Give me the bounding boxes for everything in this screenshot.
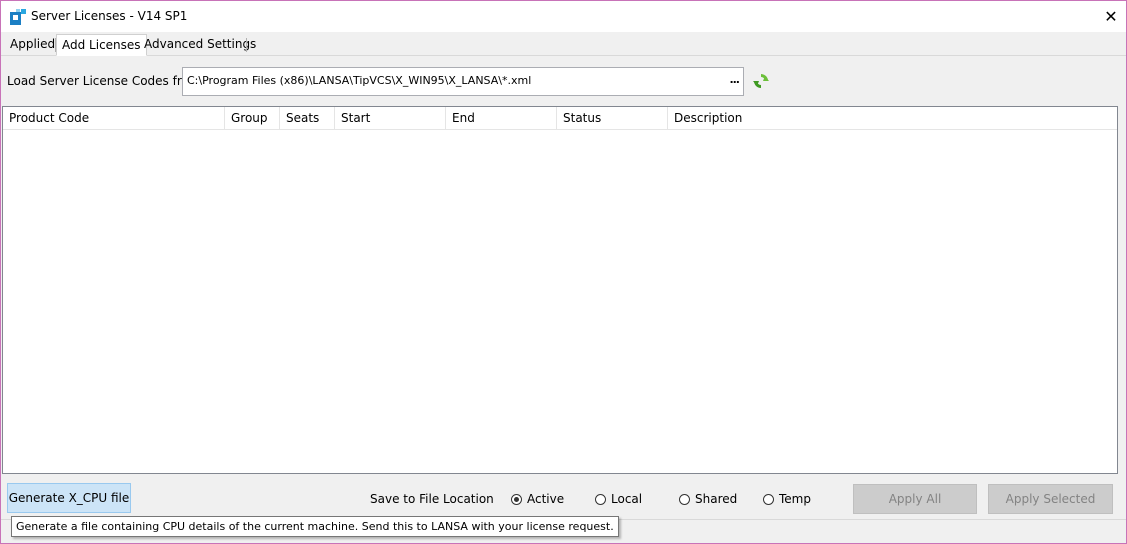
column-header-description[interactable]: Description (668, 107, 1117, 129)
license-path-value: C:\Program Files (x86)\LANSA\TipVCS\X_WI… (187, 74, 532, 87)
radio-button-checked (511, 493, 522, 505)
tab-advanced-settings[interactable]: Advanced Settings (139, 34, 261, 54)
tab-applied[interactable]: Applied (5, 34, 60, 54)
column-header-product-code[interactable]: Product Code (3, 107, 225, 129)
save-location-label: Save to File Location (370, 492, 494, 506)
column-header-start[interactable]: Start (335, 107, 446, 129)
radio-label-temp: Temp (779, 492, 811, 506)
radio-shared[interactable]: Shared (679, 491, 737, 507)
server-licenses-window: Server Licenses - V14 SP1 ✕ Applied Add … (0, 0, 1127, 544)
generate-tooltip: Generate a file containing CPU details o… (11, 516, 619, 537)
tab-bar: Applied Add Licenses Advanced Settings (1, 34, 1126, 56)
generate-x-cpu-button[interactable]: Generate X_CPU file (7, 483, 131, 513)
apply-all-button[interactable]: Apply All (853, 484, 977, 514)
license-grid[interactable]: Product Code Group Seats Start End Statu… (2, 106, 1118, 474)
license-path-field[interactable]: C:\Program Files (x86)\LANSA\TipVCS\X_WI… (182, 67, 744, 96)
radio-active[interactable]: Active (511, 491, 564, 507)
load-codes-label: Load Server License Codes from (7, 74, 201, 88)
refresh-icon[interactable] (752, 72, 770, 90)
radio-label-shared: Shared (695, 492, 738, 506)
column-header-status[interactable]: Status (557, 107, 668, 129)
close-button[interactable]: ✕ (1096, 1, 1126, 32)
radio-local[interactable]: Local (595, 491, 642, 507)
tab-separator (246, 38, 247, 52)
grid-header: Product Code Group Seats Start End Statu… (3, 107, 1117, 130)
radio-label-local: Local (611, 492, 643, 506)
title-bar: Server Licenses - V14 SP1 ✕ (1, 1, 1126, 32)
browse-button[interactable]: ... (729, 73, 740, 86)
column-header-group[interactable]: Group (225, 107, 280, 129)
app-icon (10, 9, 26, 25)
window-title: Server Licenses - V14 SP1 (31, 9, 188, 23)
tab-add-licenses[interactable]: Add Licenses (56, 34, 147, 56)
column-header-seats[interactable]: Seats (280, 107, 335, 129)
close-icon: ✕ (1104, 7, 1118, 26)
radio-button (679, 493, 690, 505)
radio-button (763, 493, 774, 505)
column-header-end[interactable]: End (446, 107, 557, 129)
radio-button (595, 493, 606, 505)
apply-selected-button[interactable]: Apply Selected (988, 484, 1113, 514)
radio-label-active: Active (527, 492, 565, 506)
radio-temp[interactable]: Temp (763, 491, 811, 507)
